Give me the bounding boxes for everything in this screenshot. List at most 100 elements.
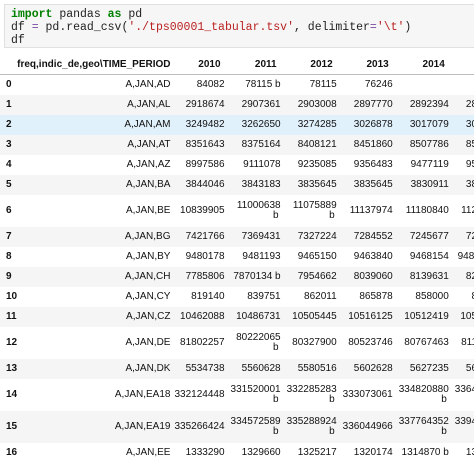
geo-cell: A,JAN,AZ: [126, 159, 171, 170]
row-index: 15: [6, 421, 18, 432]
string-literal: './tps00001_tabular.tsv': [128, 21, 294, 34]
value-cell: 2907361: [241, 99, 281, 110]
value-cell: 2885796: [465, 99, 474, 110]
table-row[interactable]: 10 A,JAN,CY 819140 839751 862011 865878 858000…: [0, 287, 474, 307]
value-cell: 9356483: [353, 159, 393, 170]
row-index: 10: [6, 291, 18, 302]
code-text: ): [404, 21, 412, 34]
table-row[interactable]: 15 A,JAN,EA19 335266424 334572589 b 335288924…: [0, 410, 474, 443]
value-cell: 3010598: [465, 119, 474, 130]
value-cell: 11180840: [405, 205, 449, 216]
geo-cell: A,JAN,AT: [127, 139, 171, 150]
table-row[interactable]: 14 A,JAN,EA18 332124448 331520001 b 332285283…: [0, 379, 474, 411]
value-cell: 80327900: [292, 337, 337, 348]
value-cell: 7954662: [297, 271, 337, 282]
value-cell: 8408121: [297, 139, 337, 150]
value-cell: 76246: [364, 79, 393, 91]
row-index: 6: [6, 205, 12, 216]
value-cell: 10516125: [348, 311, 393, 322]
value-cell: 8997586: [185, 159, 225, 170]
value-cell: 8237666: [465, 271, 474, 282]
code-text: df: [11, 21, 32, 34]
value-cell: 7284552: [353, 231, 393, 242]
value-cell: :: [455, 75, 474, 95]
value-cell: 5627235: [409, 363, 449, 374]
value-cell: 7327224: [297, 231, 337, 242]
table-row[interactable]: 9 A,JAN,CH 7785806 7870134 b 7954662 8039060 8…: [0, 266, 474, 287]
value-cell: 11075889 b: [292, 199, 337, 221]
value-cell: 839751: [247, 291, 281, 302]
value-cell: 9480178: [185, 251, 225, 262]
row-index: 5: [6, 179, 12, 190]
table-row[interactable]: 12 A,JAN,DE 81802257 80222065 b 80327900 80523…: [0, 327, 474, 359]
value-cell: 335266424: [174, 421, 225, 432]
geo-cell: A,JAN,BA: [126, 179, 171, 190]
operator: =: [31, 21, 39, 34]
table-row[interactable]: 4 A,JAN,AZ 8997586 9111078 9235085 9356483 947…: [0, 155, 474, 175]
table-row[interactable]: 3 A,JAN,AT 8351643 8375164 8408121 8451860 850…: [0, 134, 474, 155]
table-row[interactable]: 7 A,JAN,BG 7421766 7369431 7327224 7284552 724…: [0, 226, 474, 247]
table-row[interactable]: 11 A,JAN,CZ 10462088 10486731 10505445 105161…: [0, 306, 474, 327]
value-cell: 78115: [309, 79, 337, 91]
geo-cell: A,JAN,EE: [126, 447, 171, 458]
index-header: [0, 54, 17, 75]
table-row[interactable]: 2 A,JAN,AM 3249482 3262650 3274285 3026878 301…: [0, 114, 474, 135]
geo-cell: A,JAN,DE: [125, 337, 171, 348]
value-cell: 865878: [359, 291, 393, 302]
row-index: 9: [6, 271, 12, 282]
geo-cell: A,JAN,BE: [126, 205, 171, 216]
value-cell: 332285283 b: [286, 383, 337, 405]
code-text: pandas: [52, 8, 108, 21]
value-cell: 334572589 b: [230, 415, 281, 437]
value-cell: 1314870 b: [401, 447, 449, 458]
string-literal: '\t': [376, 21, 405, 34]
table-row[interactable]: 1 A,JAN,AL 2918674 2907361 2903008 2897770 289…: [0, 94, 474, 115]
table-row[interactable]: 0A,JAN,AD8408278115 b7811576246::: [0, 75, 474, 95]
value-cell: 81802257: [180, 337, 225, 348]
keyword-as: as: [107, 8, 122, 21]
value-cell: 8139631: [409, 271, 449, 282]
table-row[interactable]: 13 A,JAN,DK 5534738 5560628 5580516 5602628 56…: [0, 358, 474, 379]
operator: =: [369, 21, 377, 34]
value-cell: 11000638 b: [236, 199, 281, 221]
table-row[interactable]: 8 A,JAN,BY 9480178 9481193 9465150 9463840 946…: [0, 247, 474, 267]
value-cell: 2903008: [297, 99, 337, 110]
value-cell: 339423870b: [454, 415, 474, 427]
value-cell: 9593038: [465, 159, 474, 170]
geo-cell: A,JAN,BG: [124, 231, 171, 242]
value-cell: 3825334: [465, 179, 474, 190]
value-cell: 1320174: [353, 447, 393, 458]
value-cell: 3835645: [297, 179, 337, 190]
code-text: pd: [121, 8, 143, 21]
value-cell: 11137974: [349, 205, 393, 216]
code-cell[interactable]: import pandas as pd df = pd.read_csv('./…: [4, 4, 474, 48]
geo-cell: A,JAN,AM: [124, 119, 171, 130]
geo-cell: A,JAN,EA18: [114, 389, 171, 400]
value-cell: 81197537: [461, 337, 474, 348]
value-cell: 8375164: [241, 139, 281, 150]
column-header: 2010: [198, 58, 221, 70]
row-index: 16: [6, 447, 18, 458]
output-area[interactable]: freq,indic_de,geo\TIME_PERIOD 2010 2 0 11 …: [0, 54, 474, 460]
table-row[interactable]: 6 A,JAN,BE 10839905 11000638 b 11075889 b 11137…: [0, 195, 474, 227]
value-cell: 11237274: [461, 205, 474, 216]
value-cell: 332124448: [174, 389, 225, 400]
row-index: 8: [6, 251, 12, 262]
table-row[interactable]: 16 A,JAN,EE 1333290 1329660 1325217 1320174 13…: [0, 443, 474, 460]
table-row[interactable]: 5 A,JAN,BA 3844046 3843183 3835645 3835645 383…: [0, 174, 474, 195]
geo-cell: A,JAN,DK: [125, 363, 171, 374]
value-cell: 7245677: [409, 231, 449, 242]
value-cell: 9111078: [243, 159, 281, 170]
value-cell: 84082: [196, 79, 225, 91]
value-cell: 8584926: [465, 139, 474, 150]
value-cell: 5560628: [241, 363, 281, 374]
value-cell: 3262650: [241, 119, 281, 130]
geo-cell: A,JAN,CH: [124, 271, 171, 282]
row-index: 4: [6, 159, 12, 170]
column-header: 2014: [422, 58, 445, 70]
value-cell: 8451860: [353, 139, 393, 150]
value-cell: 5602628: [353, 363, 393, 374]
value-cell: 847008: [455, 287, 474, 307]
geo-cell: A,JAN,CZ: [126, 311, 171, 322]
value-cell: 3830911: [410, 179, 449, 190]
